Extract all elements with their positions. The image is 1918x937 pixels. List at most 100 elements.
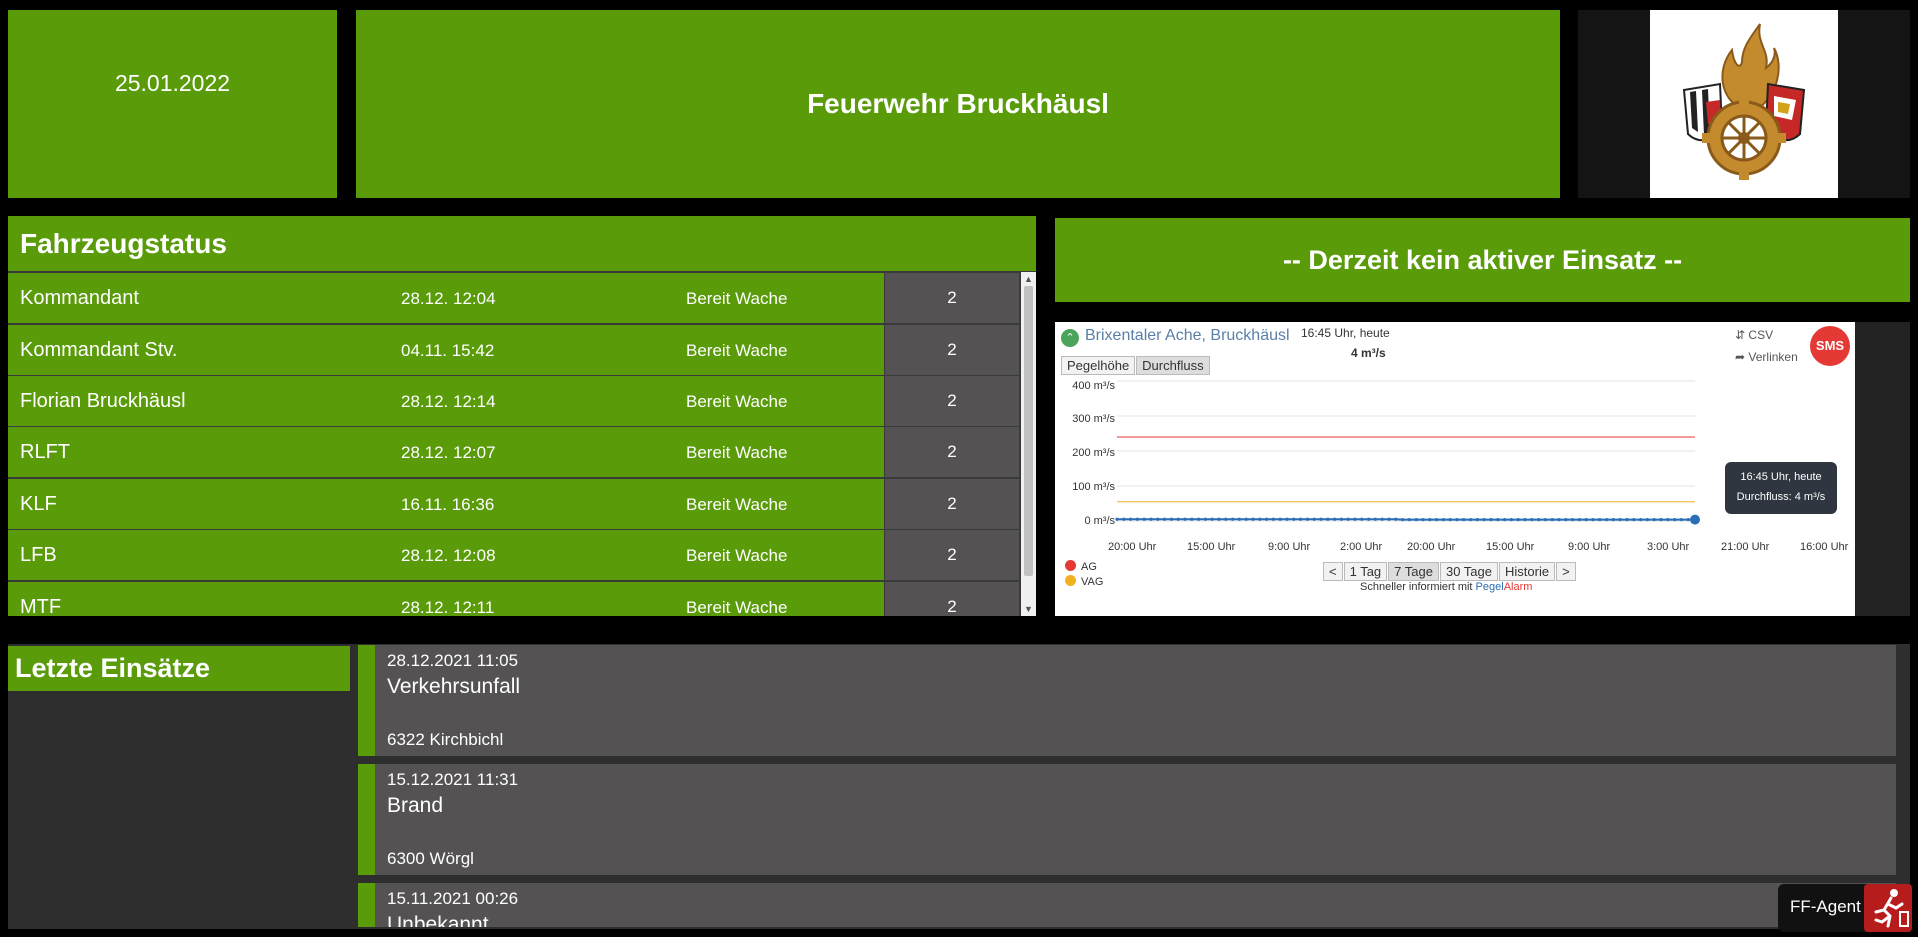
data-point[interactable] <box>1203 517 1207 521</box>
data-point[interactable] <box>1380 517 1384 521</box>
data-point[interactable] <box>1244 517 1248 521</box>
data-point[interactable] <box>1292 517 1296 521</box>
data-point[interactable] <box>1598 518 1602 522</box>
data-point[interactable] <box>1679 518 1683 522</box>
data-point[interactable] <box>1251 517 1255 521</box>
data-point[interactable] <box>1401 518 1405 522</box>
footer-brand-pegel[interactable]: Pegel <box>1476 581 1504 593</box>
data-point[interactable] <box>1407 518 1411 522</box>
data-point[interactable] <box>1666 518 1670 522</box>
data-point[interactable] <box>1543 518 1547 522</box>
data-point[interactable] <box>1571 518 1575 522</box>
data-point[interactable] <box>1625 518 1629 522</box>
data-point[interactable] <box>1462 518 1466 522</box>
data-point[interactable] <box>1271 517 1275 521</box>
data-point[interactable] <box>1339 517 1343 521</box>
data-point[interactable] <box>1122 517 1126 521</box>
data-point[interactable] <box>1387 517 1391 521</box>
data-point[interactable] <box>1237 517 1241 521</box>
data-point[interactable] <box>1373 517 1377 521</box>
data-point[interactable] <box>1367 517 1371 521</box>
data-point[interactable] <box>1673 518 1677 522</box>
data-point[interactable] <box>1129 517 1133 521</box>
data-point[interactable] <box>1231 517 1235 521</box>
range-next-button[interactable]: > <box>1556 562 1576 581</box>
data-point[interactable] <box>1414 518 1418 522</box>
data-point[interactable] <box>1469 518 1473 522</box>
range-history[interactable]: Historie <box>1499 562 1556 581</box>
data-point[interactable] <box>1632 518 1636 522</box>
data-point[interactable] <box>1156 517 1160 521</box>
data-point[interactable] <box>1639 518 1643 522</box>
data-point[interactable] <box>1509 518 1513 522</box>
data-point[interactable] <box>1346 517 1350 521</box>
data-point[interactable] <box>1319 517 1323 521</box>
range-30-days[interactable]: 30 Tage <box>1439 562 1498 581</box>
data-point[interactable] <box>1652 518 1656 522</box>
data-point[interactable] <box>1360 517 1364 521</box>
data-point[interactable] <box>1285 517 1289 521</box>
data-point[interactable] <box>1523 518 1527 522</box>
vehicle-list-scrollbar[interactable]: ▲ ▼ <box>1021 272 1036 616</box>
data-point[interactable] <box>1135 517 1139 521</box>
footer-brand-alarm[interactable]: Alarm <box>1504 581 1533 593</box>
data-point[interactable] <box>1448 518 1452 522</box>
range-1-day[interactable]: 1 Tag <box>1343 562 1388 581</box>
scrollbar-thumb[interactable] <box>1024 286 1033 576</box>
scroll-down-icon[interactable]: ▼ <box>1021 602 1036 616</box>
data-point[interactable] <box>1690 514 1700 525</box>
data-point[interactable] <box>1441 518 1445 522</box>
data-point[interactable] <box>1503 518 1507 522</box>
range-prev-button[interactable]: < <box>1323 562 1343 581</box>
data-point[interactable] <box>1278 517 1282 521</box>
ff-agent-badge[interactable]: FF-Agent <box>1778 884 1912 932</box>
data-point[interactable] <box>1333 517 1337 521</box>
data-point[interactable] <box>1394 517 1398 521</box>
data-point[interactable] <box>1550 518 1554 522</box>
data-point[interactable] <box>1299 517 1303 521</box>
data-point[interactable] <box>1530 518 1534 522</box>
data-point[interactable] <box>1149 517 1153 521</box>
data-point[interactable] <box>1176 517 1180 521</box>
data-point[interactable] <box>1605 518 1609 522</box>
data-point[interactable] <box>1564 518 1568 522</box>
data-point[interactable] <box>1183 517 1187 521</box>
data-point[interactable] <box>1584 518 1588 522</box>
data-point[interactable] <box>1482 518 1486 522</box>
data-point[interactable] <box>1611 518 1615 522</box>
data-point[interactable] <box>1258 517 1262 521</box>
data-point[interactable] <box>1557 518 1561 522</box>
data-point[interactable] <box>1455 518 1459 522</box>
data-point[interactable] <box>1435 518 1439 522</box>
data-point[interactable] <box>1305 517 1309 521</box>
data-point[interactable] <box>1496 518 1500 522</box>
data-point[interactable] <box>1197 517 1201 521</box>
data-point[interactable] <box>1190 517 1194 521</box>
data-point[interactable] <box>1326 517 1330 521</box>
data-point[interactable] <box>1577 518 1581 522</box>
scroll-up-icon[interactable]: ▲ <box>1021 272 1036 286</box>
data-point[interactable] <box>1115 517 1119 521</box>
data-point[interactable] <box>1142 517 1146 521</box>
data-point[interactable] <box>1645 518 1649 522</box>
data-point[interactable] <box>1618 518 1622 522</box>
range-7-days[interactable]: 7 Tage <box>1388 562 1439 581</box>
data-point[interactable] <box>1353 517 1357 521</box>
data-point[interactable] <box>1210 517 1214 521</box>
data-point[interactable] <box>1516 518 1520 522</box>
data-point[interactable] <box>1169 517 1173 521</box>
data-point[interactable] <box>1421 518 1425 522</box>
data-point[interactable] <box>1659 518 1663 522</box>
data-point[interactable] <box>1265 517 1269 521</box>
data-point[interactable] <box>1217 517 1221 521</box>
data-point[interactable] <box>1591 518 1595 522</box>
mission-type: Brand <box>387 794 444 817</box>
data-point[interactable] <box>1537 518 1541 522</box>
data-point[interactable] <box>1312 517 1316 521</box>
data-point[interactable] <box>1686 518 1690 522</box>
data-point[interactable] <box>1475 518 1479 522</box>
data-point[interactable] <box>1428 518 1432 522</box>
data-point[interactable] <box>1489 518 1493 522</box>
data-point[interactable] <box>1224 517 1228 521</box>
data-point[interactable] <box>1163 517 1167 521</box>
